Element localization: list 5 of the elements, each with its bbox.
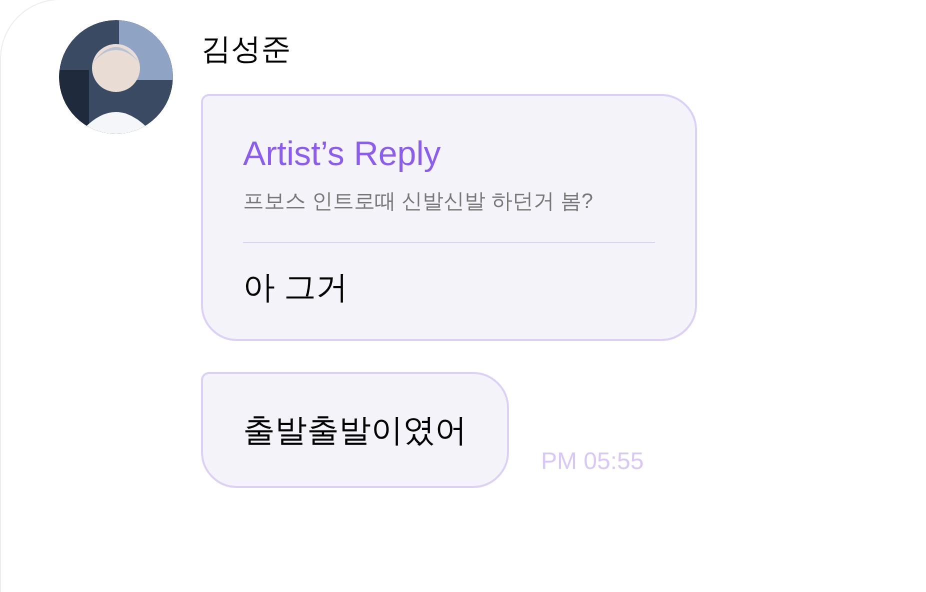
message-text: 출발출발이였어 xyxy=(243,412,467,448)
quoted-text: 프보스 인트로때 신발신발 하던거 봄? xyxy=(243,189,594,215)
reply-title: Artist’s Reply xyxy=(243,134,442,174)
sender-name: 김성준 xyxy=(201,32,292,68)
message-text: 아 그거 xyxy=(243,268,349,307)
